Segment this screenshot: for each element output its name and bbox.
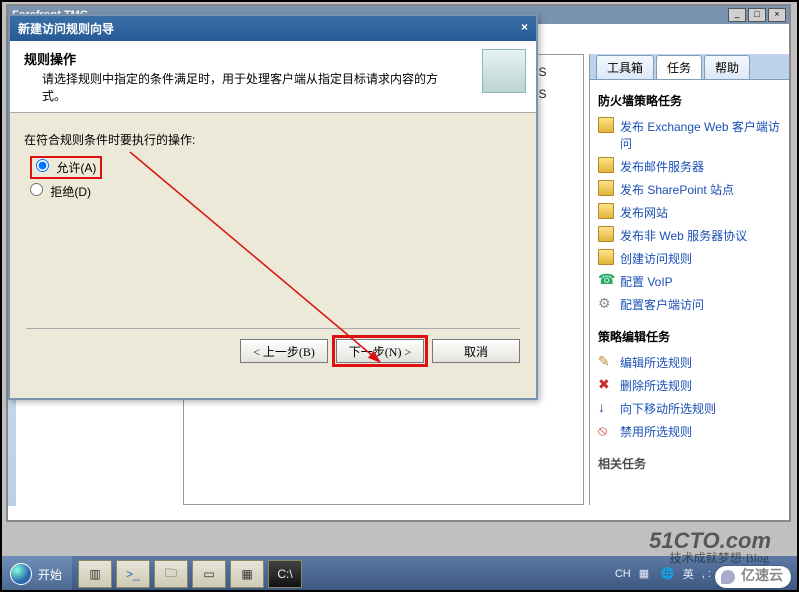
ql-explorer[interactable]: 🗀: [154, 560, 188, 588]
start-orb-icon: [10, 563, 32, 585]
section-related-tasks: 相关任务: [598, 455, 789, 472]
wizard-header: 规则操作 请选择规则中指定的条件满足时，用于处理客户端从指定目标请求内容的方式。: [10, 41, 536, 113]
edit-icon: [598, 353, 614, 369]
quick-launch: ▥ >_ 🗀 ▭ ▦ C:\: [78, 560, 302, 588]
task-delete-rule[interactable]: 删除所选规则: [598, 374, 781, 397]
section-policy-tasks: 防火墙策略任务: [598, 92, 789, 109]
radio-deny-row[interactable]: 拒绝(D): [30, 181, 522, 202]
wizard-title: 新建访问规则向导: [18, 20, 114, 37]
task-disable-rule[interactable]: 禁用所选规则: [598, 420, 781, 443]
tabs-row: 工具箱 任务 帮助: [590, 54, 789, 80]
wizard-body: 在符合规则条件时要执行的操作: 允许(A) 拒绝(D) < 上一步(B) 下一步…: [10, 113, 536, 375]
tasks-pane: 工具箱 任务 帮助 防火墙策略任务 发布 Exchange Web 客户端访问 …: [589, 54, 789, 505]
task-move-down[interactable]: 向下移动所选规则: [598, 397, 781, 420]
task-create-access-rule[interactable]: 创建访问规则: [598, 247, 781, 270]
ql-server-manager[interactable]: ▥: [78, 560, 112, 588]
tray-icon[interactable]: ▦: [639, 567, 653, 581]
next-button[interactable]: 下一步(N) >: [336, 339, 424, 363]
ime-lang[interactable]: 英: [683, 566, 694, 582]
task-publish-sharepoint[interactable]: 发布 SharePoint 站点: [598, 178, 781, 201]
cancel-button[interactable]: 取消: [432, 339, 520, 363]
radio-deny[interactable]: [30, 183, 43, 196]
start-button[interactable]: 开始: [0, 556, 72, 592]
wizard-close-button[interactable]: ×: [521, 20, 528, 37]
ql-show-desktop[interactable]: ▭: [192, 560, 226, 588]
ql-switch-windows[interactable]: ▦: [230, 560, 264, 588]
back-button[interactable]: < 上一步(B): [240, 339, 328, 363]
wizard-step-desc: 请选择规则中指定的条件满足时，用于处理客户端从指定目标请求内容的方式。: [42, 70, 444, 104]
task-publish-exchange[interactable]: 发布 Exchange Web 客户端访问: [598, 115, 781, 155]
start-label: 开始: [38, 566, 62, 583]
disable-icon: [598, 422, 614, 438]
window-buttons: _ □ ×: [728, 8, 786, 22]
action-label: 在符合规则条件时要执行的操作:: [24, 131, 522, 148]
minimize-button[interactable]: _: [728, 8, 746, 22]
ime-indicator[interactable]: CH: [615, 568, 631, 580]
folder-icon: [598, 203, 614, 219]
folder-icon: [598, 117, 614, 133]
edit-task-list: 编辑所选规则 删除所选规则 向下移动所选规则 禁用所选规则: [590, 351, 789, 443]
ql-powershell[interactable]: >_: [116, 560, 150, 588]
folder-icon: [598, 157, 614, 173]
phone-icon: [598, 272, 614, 288]
radio-allow-row[interactable]: 允许(A): [30, 154, 522, 181]
delete-icon: [598, 376, 614, 392]
task-publish-mail[interactable]: 发布邮件服务器: [598, 155, 781, 178]
task-publish-site[interactable]: 发布网站: [598, 201, 781, 224]
wizard-button-row: < 上一步(B) 下一步(N) > 取消: [26, 328, 520, 363]
maximize-button[interactable]: □: [748, 8, 766, 22]
close-button[interactable]: ×: [768, 8, 786, 22]
task-config-voip[interactable]: 配置 VoIP: [598, 270, 781, 293]
arrow-down-icon: [598, 399, 614, 415]
radio-allow[interactable]: [36, 159, 49, 172]
radio-allow-label: 允许(A): [56, 161, 96, 175]
tab-toolbox[interactable]: 工具箱: [596, 55, 654, 79]
new-access-rule-wizard: 新建访问规则向导 × 规则操作 请选择规则中指定的条件满足时，用于处理客户端从指…: [8, 14, 538, 400]
section-edit-tasks: 策略编辑任务: [598, 328, 789, 345]
wizard-step-title: 规则操作: [24, 49, 444, 68]
folder-icon: [598, 249, 614, 265]
task-edit-rule[interactable]: 编辑所选规则: [598, 351, 781, 374]
tab-help[interactable]: 帮助: [704, 55, 750, 79]
gear-icon: [598, 295, 614, 311]
task-config-client[interactable]: 配置客户端访问: [598, 293, 781, 316]
folder-icon: [598, 180, 614, 196]
watermark-brand: 亿速云: [715, 566, 791, 588]
ql-cmd[interactable]: C:\: [268, 560, 302, 588]
watermark-tagline: 技术成就梦想·Blog: [670, 549, 769, 566]
radio-deny-label: 拒绝(D): [50, 185, 91, 199]
wizard-titlebar: 新建访问规则向导 ×: [10, 16, 536, 41]
policy-task-list: 发布 Exchange Web 客户端访问 发布邮件服务器 发布 SharePo…: [590, 115, 789, 316]
folder-icon: [598, 226, 614, 242]
task-publish-nonweb[interactable]: 发布非 Web 服务器协议: [598, 224, 781, 247]
tray-globe-icon[interactable]: 🌐: [661, 567, 675, 581]
action-radio-group: 允许(A) 拒绝(D): [30, 154, 522, 202]
highlight-allow: 允许(A): [30, 156, 102, 179]
tab-tasks[interactable]: 任务: [656, 55, 702, 79]
wizard-icon: [482, 49, 526, 93]
